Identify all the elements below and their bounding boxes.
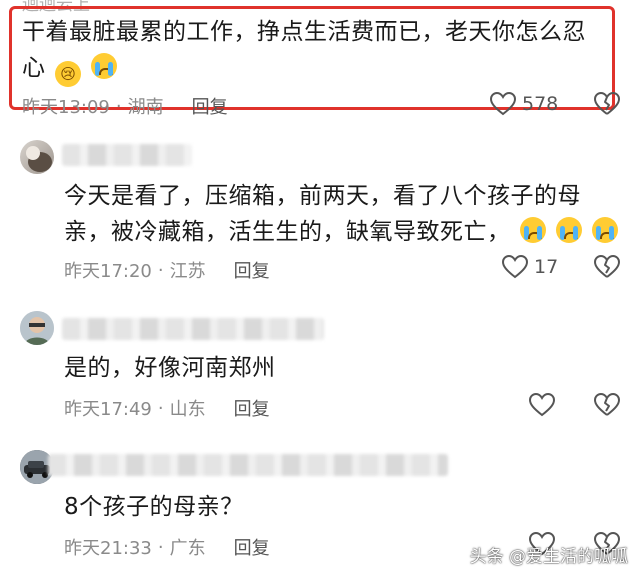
- comment-location: 湖南: [127, 97, 164, 118]
- like-button[interactable]: 17: [502, 255, 558, 279]
- top-comment-line2: 心 😢: [22, 50, 586, 87]
- comment-time: 昨天13:09: [22, 97, 110, 118]
- heart-icon: [529, 393, 555, 417]
- comment-meta: 昨天17:20 · 江苏 回复: [64, 257, 270, 283]
- broken-heart-icon: [594, 92, 620, 115]
- meta-separator: ·: [157, 536, 164, 558]
- watermark: 头条 @爱生活的呱呱: [469, 547, 628, 567]
- blurred-username[interactable]: [62, 318, 324, 340]
- heart-icon: [490, 92, 516, 116]
- top-comment-line1: 干着最脏最累的工作，挣点生活费而已，老天你怎么忍: [22, 19, 586, 45]
- heart-icon: [502, 255, 528, 279]
- avatar-image-icon: [26, 146, 52, 172]
- dislike-button[interactable]: [594, 92, 620, 120]
- comment-text: 今天是看了，压缩箱，前两天，看了八个孩子的母 亲，被冷藏箱，活生生的，缺氧导致死…: [64, 178, 618, 250]
- crying-face-icon: 😢: [55, 61, 82, 87]
- comment-text: 是的，好像河南郑州: [64, 355, 276, 381]
- top-comment-text: 干着最脏最累的工作，挣点生活费而已，老天你怎么忍 心 😢: [22, 14, 586, 87]
- like-button[interactable]: 578: [490, 92, 558, 116]
- loudly-crying-face-icon: [556, 217, 583, 243]
- meta-separator: ·: [157, 259, 164, 281]
- reply-button[interactable]: 回复: [234, 534, 270, 560]
- meta-separator: ·: [115, 95, 122, 117]
- reply-button[interactable]: 回复: [234, 395, 270, 421]
- avatar[interactable]: [20, 140, 54, 174]
- blurred-username[interactable]: [62, 144, 192, 166]
- meta-separator: ·: [157, 397, 164, 419]
- comment-location: 江苏: [169, 261, 206, 282]
- comment-time: 昨天17:20: [64, 261, 152, 282]
- dislike-button[interactable]: [594, 393, 620, 421]
- top-comment-meta: 昨天13:09 · 湖南 回复: [22, 93, 228, 119]
- comment-text: 8个孩子的母亲？: [64, 494, 244, 520]
- comment-meta: 昨天17:49 · 山东 回复: [64, 395, 270, 421]
- broken-heart-icon: [594, 393, 620, 416]
- avatar[interactable]: [20, 311, 54, 345]
- comment-time: 昨天21:33: [64, 538, 152, 559]
- like-count: 17: [534, 256, 559, 278]
- comment-line2: 亲，被冷藏箱，活生生的，缺氧导致死亡，: [64, 214, 618, 250]
- blurred-username[interactable]: [48, 454, 448, 476]
- dislike-button[interactable]: [594, 255, 620, 283]
- like-count: 578: [522, 93, 559, 115]
- comment-location: 山东: [169, 399, 206, 420]
- comment-location: 广东: [169, 538, 206, 559]
- loudly-crying-face-icon: [91, 53, 118, 79]
- avatar-image-icon: [20, 311, 54, 345]
- comment-line1: 今天是看了，压缩箱，前两天，看了八个孩子的母: [64, 183, 581, 209]
- loudly-crying-face-icon: [520, 217, 547, 243]
- loudly-crying-face-icon: [591, 217, 618, 243]
- comment-time: 昨天17:49: [64, 399, 152, 420]
- broken-heart-icon: [594, 255, 620, 278]
- like-button[interactable]: [529, 393, 561, 417]
- comment-meta: 昨天21:33 · 广东 回复: [64, 534, 270, 560]
- reply-button[interactable]: 回复: [234, 257, 270, 283]
- reply-button[interactable]: 回复: [192, 93, 228, 119]
